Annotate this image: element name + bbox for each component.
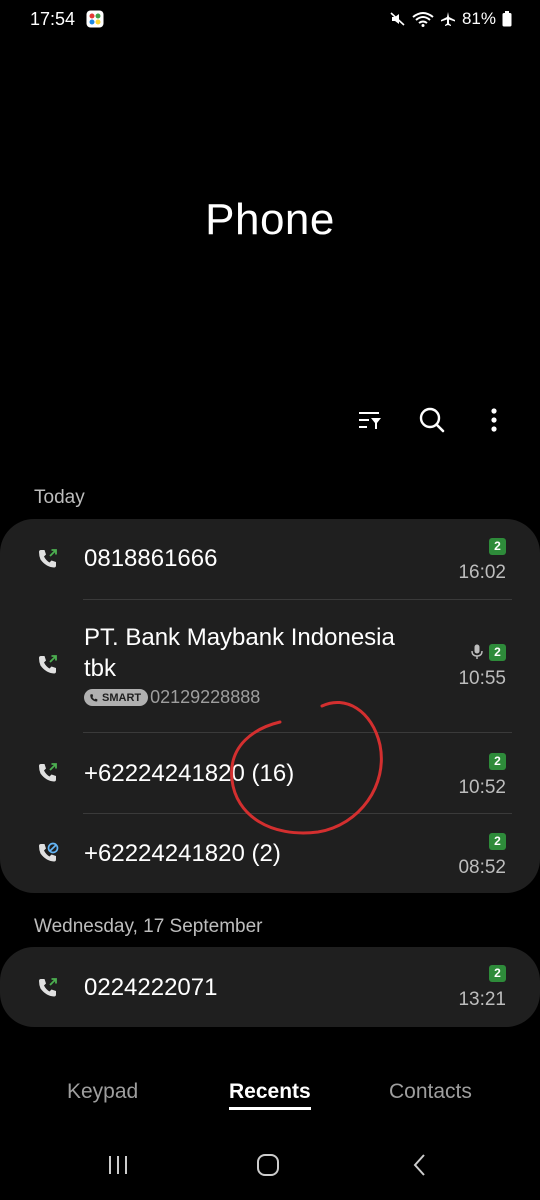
- tab-keypad[interactable]: Keypad: [67, 1080, 138, 1104]
- call-group-wednesday: 0224222071 2 13:21: [0, 947, 540, 1027]
- section-label-wednesday: Wednesday, 17 September: [34, 916, 263, 937]
- call-log-row[interactable]: +62224241820 (16) 2 10:52: [0, 733, 540, 813]
- system-nav-bar: [0, 1146, 540, 1186]
- battery-icon: [502, 11, 512, 27]
- tab-recents[interactable]: Recents: [229, 1080, 311, 1104]
- call-log-row[interactable]: 0818861666 2 16:02: [0, 519, 540, 599]
- call-log-row[interactable]: 0224222071 2 13:21: [0, 947, 540, 1027]
- contact-name: +62224241820 (2): [84, 840, 281, 867]
- contact-name: +62224241820 (16): [84, 760, 295, 787]
- tab-contacts[interactable]: Contacts: [389, 1080, 472, 1104]
- recording-mic-icon: [471, 644, 483, 659]
- call-time: 08:52: [458, 857, 506, 878]
- recent-apps-icon[interactable]: [103, 1150, 133, 1180]
- call-meta: 2 10:55: [458, 643, 506, 690]
- section-label-today: Today: [34, 487, 85, 508]
- smart-caller-id: SMART 02129228888: [84, 687, 260, 708]
- app-notification-icon: [86, 10, 104, 28]
- outgoing-call-icon: [39, 763, 57, 782]
- contact-name: PT. Bank Maybank Indonesia tbk: [84, 622, 395, 684]
- contact-name-line-1: PT. Bank Maybank Indonesia: [84, 624, 395, 651]
- call-log-row[interactable]: +62224241820 (2) 2 08:52: [0, 814, 540, 893]
- back-icon[interactable]: [405, 1150, 435, 1180]
- call-meta: 2 08:52: [458, 832, 506, 879]
- toolbar: [354, 404, 510, 436]
- sim-badge: 2: [489, 753, 506, 770]
- contact-name-line-2: tbk: [84, 655, 117, 682]
- wifi-icon: [412, 12, 434, 27]
- filter-icon[interactable]: [354, 404, 386, 436]
- battery-percent: 81%: [461, 9, 496, 28]
- contact-name: 0224222071: [84, 974, 218, 1001]
- outgoing-call-icon: [39, 978, 57, 997]
- phone-number: 02129228888: [150, 687, 261, 707]
- airplane-icon: [440, 12, 455, 26]
- call-meta: 2 10:52: [458, 752, 506, 799]
- phone-icon: [90, 693, 98, 702]
- outgoing-call-icon: [39, 655, 57, 674]
- call-time: 10:55: [458, 668, 506, 689]
- home-icon[interactable]: [253, 1150, 283, 1180]
- status-bar: 17:54 81%: [0, 0, 540, 40]
- outgoing-call-icon: [39, 549, 57, 568]
- contact-name: 0818861666: [84, 545, 218, 572]
- page-title: Phone: [205, 195, 335, 244]
- sim-badge: 2: [489, 538, 506, 555]
- smart-label: SMART: [102, 691, 142, 704]
- call-log-row[interactable]: PT. Bank Maybank Indonesia tbk 2 10:55: [0, 600, 540, 732]
- status-icons: 81%: [390, 9, 512, 29]
- call-time: 16:02: [458, 562, 506, 583]
- sim-badge: 2: [489, 833, 506, 850]
- sim-badge: 2: [489, 965, 506, 982]
- more-options-icon[interactable]: [478, 404, 510, 436]
- call-meta: 2 16:02: [458, 537, 506, 584]
- call-time: 10:52: [458, 777, 506, 798]
- call-group-today: 0818861666 2 16:02 PT. Bank Maybank Indo…: [0, 519, 540, 893]
- bottom-tab-bar: Keypad Recents Contacts: [0, 1076, 540, 1116]
- smart-badge: SMART: [84, 689, 149, 706]
- status-time: 17:54: [30, 9, 76, 29]
- active-tab-indicator: [229, 1107, 311, 1110]
- call-time: 13:21: [458, 989, 506, 1010]
- mute-icon: [390, 12, 405, 26]
- sim-badge: 2: [489, 644, 506, 661]
- blocked-call-icon: [39, 842, 59, 862]
- search-icon[interactable]: [416, 404, 448, 436]
- call-meta: 2 13:21: [458, 964, 506, 1011]
